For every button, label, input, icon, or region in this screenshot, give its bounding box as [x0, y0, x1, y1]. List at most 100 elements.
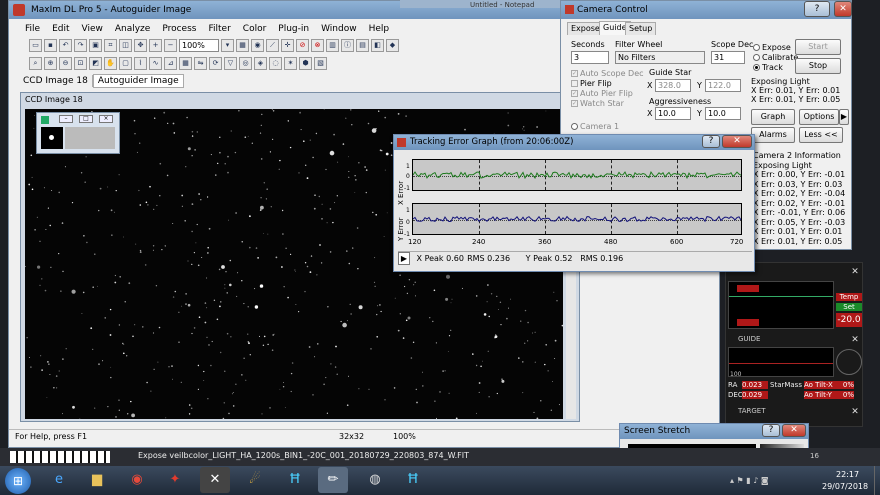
second-sequence-app-icon[interactable]: Ħ	[398, 467, 428, 493]
watch-star-checkbox[interactable]: ✓ Watch Star	[571, 99, 624, 109]
auto-pier-flip-checkbox[interactable]: ✓ Auto Pier Flip	[571, 89, 633, 99]
start-button[interactable]: Start	[795, 39, 841, 55]
alarms-button[interactable]: Alarms	[751, 127, 795, 143]
auto-scope-dec-check[interactable]: ✓	[571, 70, 578, 77]
seconds-input[interactable]: 3	[571, 51, 609, 64]
plugin-icon[interactable]: ⬢	[299, 57, 312, 70]
flip-icon[interactable]: ⇋	[194, 57, 207, 70]
filter-icon[interactable]: ▽	[224, 57, 237, 70]
menu-plugin[interactable]: Plug-in	[272, 22, 315, 36]
zoom-select[interactable]: 100%	[179, 39, 219, 52]
menu-filter[interactable]: Filter	[202, 22, 236, 36]
zoom-tool-icon[interactable]: ⌕	[29, 57, 42, 70]
doc-tab-autoguider-image[interactable]: Autoguider Image	[92, 74, 184, 88]
internet-explorer-icon[interactable]: e	[44, 467, 74, 493]
panel-close-icon-2[interactable]: ✕	[850, 335, 860, 345]
screen-stretch-help-button[interactable]: ?	[762, 424, 780, 437]
save-icon[interactable]: ▪	[44, 39, 57, 52]
tray-icons[interactable]: ▴ ⚑ ▮ ♪ ◙	[730, 476, 810, 486]
mode-expose-radio-dot[interactable]	[753, 44, 760, 51]
scope-dec-input[interactable]: 31	[711, 51, 745, 64]
guide-star-y-input[interactable]: 122.0	[705, 79, 741, 92]
file-explorer-icon[interactable]: ▆	[82, 467, 112, 493]
undo-icon[interactable]: ↶	[59, 39, 72, 52]
zoom-dropdown-icon[interactable]: ▾	[221, 39, 234, 52]
sequence-app-icon[interactable]: Ħ	[280, 467, 310, 493]
hot-pixel-icon[interactable]: ✶	[284, 57, 297, 70]
screen-stretch-icon[interactable]: ◩	[89, 57, 102, 70]
rotate-icon[interactable]: ⟳	[209, 57, 222, 70]
play-icon[interactable]: ▶	[398, 252, 410, 265]
camera-control-close-button[interactable]: ✕	[834, 1, 852, 17]
telescope-app-icon[interactable]: ☄	[240, 467, 270, 493]
camera-icon[interactable]: ◉	[251, 39, 264, 52]
mode-track-radio-dot[interactable]	[753, 64, 760, 71]
zoom-in-icon[interactable]: +	[149, 39, 162, 52]
autoguider-minimize-button[interactable]: –	[59, 115, 73, 123]
pan-icon[interactable]: ✋	[104, 57, 117, 70]
histogram-icon[interactable]: ▥	[326, 39, 339, 52]
telescope-icon[interactable]: ⟋	[266, 39, 279, 52]
active-app-icon[interactable]: ✏	[318, 467, 348, 493]
chrome-icon[interactable]: ◉	[122, 467, 152, 493]
line-profile-icon[interactable]: ∿	[149, 57, 162, 70]
color-icon[interactable]: ◆	[386, 39, 399, 52]
pier-flip-check[interactable]	[571, 80, 578, 87]
stack-icon[interactable]: ▤	[356, 39, 369, 52]
deconvolve-icon[interactable]: ◎	[239, 57, 252, 70]
graph-button[interactable]: Graph	[751, 109, 795, 125]
less-button[interactable]: Less <<	[799, 127, 843, 143]
grid-icon[interactable]: ▦	[236, 39, 249, 52]
mode-expose-radio[interactable]: Expose	[753, 43, 791, 53]
menu-analyze[interactable]: Analyze	[109, 22, 156, 36]
show-desktop-button[interactable]	[874, 466, 880, 495]
menu-process[interactable]: Process	[156, 22, 202, 36]
mode-calibrate-radio-dot[interactable]	[753, 54, 760, 61]
smooth-icon[interactable]: ◌	[269, 57, 282, 70]
menu-view[interactable]: View	[76, 22, 109, 36]
mode-calibrate-radio[interactable]: Calibrate	[753, 53, 798, 63]
tab-setup[interactable]: Setup	[625, 22, 657, 35]
red-app-icon[interactable]: ✦	[160, 467, 190, 493]
crosshair-icon[interactable]: ✛	[281, 39, 294, 52]
select-icon[interactable]: ◫	[119, 39, 132, 52]
planetarium-app-icon[interactable]: ◍	[360, 467, 390, 493]
crop-icon[interactable]: ⌗	[104, 39, 117, 52]
menu-color[interactable]: Color	[237, 22, 273, 36]
screen-stretch-close-button[interactable]: ✕	[782, 424, 806, 437]
stop-icon[interactable]: ⊘	[296, 39, 309, 52]
clock-time[interactable]: 22:17	[836, 470, 859, 479]
move-icon[interactable]: ✥	[134, 39, 147, 52]
guide-star-x-input[interactable]: 328.0	[655, 79, 691, 92]
auto-pier-flip-check[interactable]: ✓	[571, 90, 578, 97]
alarm-icon[interactable]: ⊗	[311, 39, 324, 52]
doc-tab-ccd-image-18[interactable]: CCD Image 18	[19, 75, 93, 87]
zoom-minus-icon[interactable]: ⊖	[59, 57, 72, 70]
calibrate-icon[interactable]: ◧	[371, 39, 384, 52]
auto-scope-dec-checkbox[interactable]: ✓ Auto Scope Dec	[571, 69, 644, 79]
aggr-x-input[interactable]: 10.0	[655, 107, 691, 120]
redo-icon[interactable]: ↷	[74, 39, 87, 52]
menu-file[interactable]: File	[19, 22, 46, 36]
options-button[interactable]: Options	[799, 109, 839, 125]
watch-star-check[interactable]: ✓	[571, 100, 578, 107]
stop-button[interactable]: Stop	[795, 58, 841, 74]
zoom-plus-icon[interactable]: ⊕	[44, 57, 57, 70]
aggr-y-input[interactable]: 10.0	[705, 107, 741, 120]
start-orb-icon[interactable]: ⊞	[5, 468, 31, 494]
script-icon[interactable]: ▧	[314, 57, 327, 70]
sharpen-icon[interactable]: ◈	[254, 57, 267, 70]
panel-close-icon-3[interactable]: ✕	[850, 407, 860, 417]
menu-edit[interactable]: Edit	[46, 22, 75, 36]
panel-close-icon-1[interactable]: ✕	[850, 267, 860, 277]
camera-control-help-button[interactable]: ?	[804, 1, 830, 17]
zoom-out-icon[interactable]: −	[164, 39, 177, 52]
clock-date[interactable]: 29/07/2018	[822, 482, 868, 491]
camera1-radio[interactable]: Camera 1	[571, 122, 619, 132]
autoguider-maximize-button[interactable]: □	[79, 115, 93, 123]
info-window-icon[interactable]: ▢	[119, 57, 132, 70]
info-icon[interactable]: ⓘ	[341, 39, 354, 52]
options-arrow-button[interactable]: ▶	[839, 109, 849, 125]
filter-select[interactable]: No Filters	[615, 51, 705, 64]
bin-icon[interactable]: ▦	[179, 57, 192, 70]
